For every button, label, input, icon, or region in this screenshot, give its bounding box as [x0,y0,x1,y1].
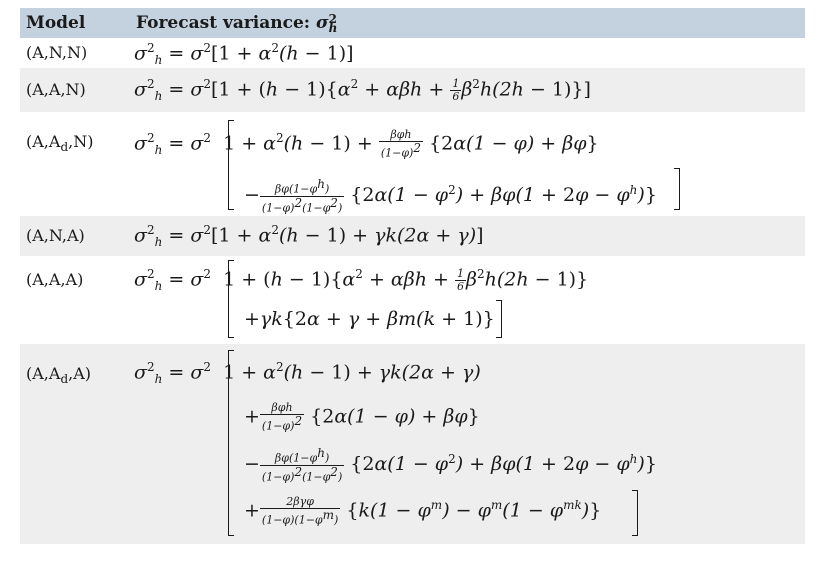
left-bracket [228,260,234,338]
right-bracket [632,490,638,536]
equation-line-1: σ2h = σ2 1 + (h − 1){α2 + αβh + 1 6 β2h(2h… [134,266,589,294]
equation-line-1: σ2h = σ2 1 + α2(h − 1) + γk(2α + γ) [134,360,481,387]
left-bracket [228,350,234,536]
model-label: (A,A,A) [26,270,84,289]
model-label: (A,Ad,N) [26,132,94,155]
equation-line-1: σ2h = σ2 1 + α2(h − 1) + βφh (1−φ)2 {2α(1… [134,128,599,160]
equation-line-2: − βφ(1−φh) (1−φ)2(1−φ2) {2α(1 − φ2) + βφ(1… [244,177,657,215]
header-model: Model [26,13,86,33]
equation-line-3: − βφ(1−φh) (1−φ)2(1−φ2) {2α(1 − φ2) + βφ(1… [244,446,657,484]
left-bracket [228,120,234,210]
equation-line-4: +2βγφ (1−φ)(1−φm) {k(1 − φm) − φm(1 − φmk… [244,495,602,527]
table-row: (A,A,N) σ2h = σ2[1 + (h − 1){α2 + αβh + … [20,68,805,112]
forecast-variance-table: Model Forecast variance: σ2h (A,N,N) σ2h… [20,8,805,544]
table-row: (A,A,A) σ2h = σ2 1 + (h − 1){α2 + αβh + … [20,256,805,344]
table-row: (A,Ad,A) σ2h = σ2 1 + α2(h − 1) + γk(2α … [20,344,805,544]
equation-line-2: +γk{2α + γ + βm(k + 1)} [244,308,495,330]
table-header: Model Forecast variance: σ2h [20,8,805,38]
model-label: (A,Ad,A) [26,364,92,387]
model-label: (A,N,N) [26,43,88,62]
equation: σ2h = σ2[1 + (h − 1){α2 + αβh + 1 6 β2h(2h… [134,76,591,104]
equation-line-2: + βφh (1−φ)2 {2α(1 − φ) + βφ} [244,401,480,433]
model-label: (A,A,N) [26,80,86,99]
table-row: (A,N,A) σ2h = σ2[1 + α2(h − 1) + γk(2α +… [20,216,805,256]
header-title: Forecast variance: σ2h [136,11,338,35]
table-row: (A,Ad,N) σ2h = σ2 1 + α2(h − 1) + βφh (1−… [20,112,805,216]
model-label: (A,N,A) [26,226,85,245]
right-bracket [496,300,502,338]
equation: σ2h = σ2[1 + α2(h − 1) + γk(2α + γ)] [134,223,484,250]
equation: σ2h = σ2[1 + α2(h − 1)] [134,41,354,68]
table-row: (A,N,N) σ2h = σ2[1 + α2(h − 1)] [20,38,805,68]
right-bracket [674,168,680,210]
